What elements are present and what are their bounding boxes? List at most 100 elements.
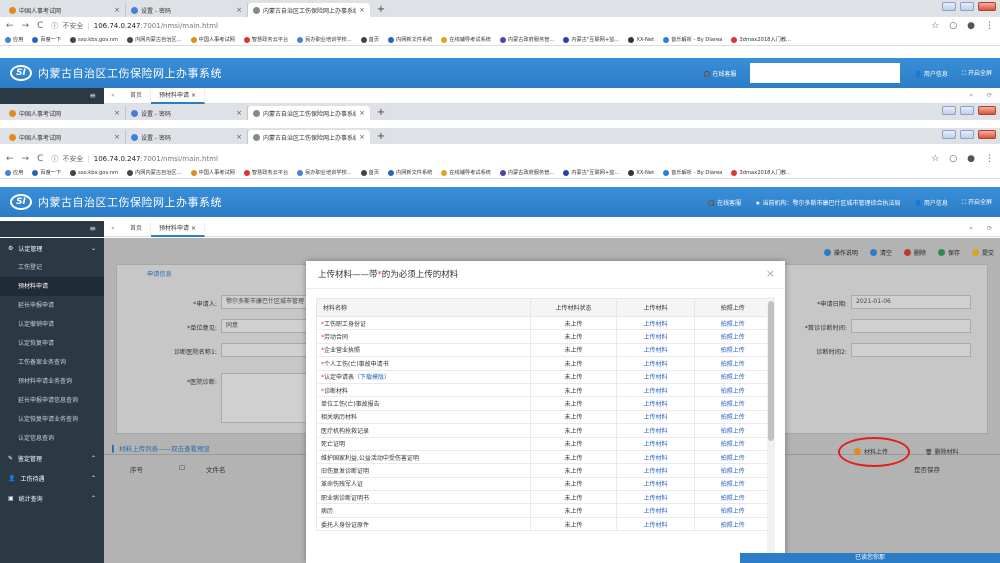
toolbar-help-button[interactable]: 操作说明 [823,248,858,257]
close-icon[interactable]: × [359,109,365,117]
bookmark-item[interactable]: 在线辅导考试系统 [441,36,491,43]
tabs-prev-icon[interactable]: « [104,92,122,99]
photo-upload-link[interactable]: 拍照上传 [693,436,773,451]
user-info-menu[interactable]: 👤 用户信息 [914,198,947,207]
sidebar-item[interactable]: 认定恢复申请 [0,334,104,353]
upload-material-link[interactable]: 上传材料 [616,516,695,532]
bookmark-item[interactable]: 内蒙古政府服务管... [499,169,554,176]
bookmark-item[interactable]: 内网内蒙古自治区... [127,36,182,43]
menu-icon[interactable]: ⋮ [985,21,994,31]
forward-icon[interactable]: → [22,21,30,31]
back-icon[interactable]: ← [6,21,14,31]
bookmark-item[interactable]: 百度一下 [32,36,61,43]
upload-material-link[interactable]: 上传材料 [616,315,695,331]
minimize-button[interactable] [942,2,956,11]
bookmark-item[interactable]: 在线辅导考试系统 [441,169,491,176]
diag-time-field[interactable] [851,319,971,333]
bookmark-item[interactable]: 音乐解析 - By Dlarea [663,36,722,43]
bookmark-item[interactable]: 民办职业培训学校... [297,36,352,43]
photo-upload-link[interactable]: 拍照上传 [693,423,773,438]
sidebar-group[interactable]: 👤 工伤待遇 ⌃ [0,468,104,488]
refresh-icon[interactable]: ⟳ [987,92,992,99]
bookmark-item[interactable]: 智慧政务云平台 [243,36,288,43]
minimize-button[interactable] [942,130,956,139]
photo-upload-link[interactable]: 拍照上传 [693,369,773,384]
minimize-button[interactable] [942,106,956,115]
new-tab-button[interactable]: + [374,130,388,144]
photo-upload-link[interactable]: 拍照上传 [693,315,773,331]
bookmark-item[interactable]: 内网内蒙古自治区... [127,169,182,176]
bottom-notification-bar[interactable]: 已读您你那 [740,553,1000,563]
fullscreen-button[interactable]: ⛶ 开启全屏 [962,197,992,207]
bookmark-item[interactable]: 应用 [5,36,23,43]
close-icon[interactable]: × [236,109,242,117]
menu-toggle[interactable]: ≡ [0,221,104,237]
bookmark-item[interactable]: sso.kbs.gov.nm [70,36,118,43]
new-tab-button[interactable]: + [374,3,388,17]
bookmark-item[interactable]: 中国人事考试网 [190,169,235,176]
bookmark-item[interactable]: 智慧政务云平台 [243,169,288,176]
browser-tab[interactable]: 中国人事考试网 × [4,130,126,144]
close-icon[interactable]: × [114,109,120,117]
star-icon[interactable]: ☆ [931,154,939,164]
photo-upload-link[interactable]: 拍照上传 [693,356,773,371]
bookmark-item[interactable]: 首页 [360,36,379,43]
sidebar-group[interactable]: ⚙ 认定管理 ⌄ [0,238,104,258]
upload-material-link[interactable]: 上传材料 [616,396,695,411]
browser-tab[interactable]: 中国人事考试网 × [4,106,126,120]
bookmark-item[interactable]: 民办职业培训学校... [297,169,352,176]
photo-upload-link[interactable]: 拍照上传 [693,449,773,465]
upload-material-link[interactable]: 上传材料 [616,490,695,505]
info-icon[interactable]: ⓘ [51,21,58,31]
bookmark-item[interactable]: XX-Net [628,36,654,43]
upload-material-link[interactable]: 上传材料 [616,382,695,398]
bookmark-item[interactable]: sso.kbs.gov.nm [70,169,118,176]
url-field[interactable]: ⓘ 不安全 | 106.74.0.247:7001/nmsi/main.html [51,154,923,164]
upload-material-link[interactable]: 上传材料 [616,476,695,492]
maximize-button[interactable] [960,106,974,115]
toolbar-clear-button[interactable]: 清空 [869,248,892,257]
browser-tab-active[interactable]: 内蒙古自治区工伤保险网上办事系统 × [248,106,370,120]
photo-upload-link[interactable]: 拍照上传 [693,463,773,478]
bookmark-item[interactable]: 音乐解析 - By Dlarea [663,169,722,176]
toolbar-save-button[interactable]: 保存 [937,248,960,257]
maximize-button[interactable] [960,130,974,139]
upload-material-link[interactable]: 上传材料 [616,463,695,478]
upload-material-link[interactable]: 上传材料 [616,436,695,451]
sidebar-item[interactable]: 认定信息查询 [0,429,104,448]
bookmark-item[interactable]: 内网新文件系统 [388,36,432,43]
bookmark-item[interactable]: 内蒙古政府服务管... [499,36,554,43]
close-icon[interactable]: × [114,133,120,141]
close-icon[interactable]: × [114,6,120,14]
bookmark-item[interactable]: 3dmax2018入门教... [731,169,791,176]
extension-icon[interactable]: ○ [949,21,957,31]
star-icon[interactable]: ☆ [931,21,939,31]
profile-icon[interactable]: ● [967,21,975,31]
fullscreen-button[interactable]: ⛶ 开启全屏 [962,68,992,78]
sidebar-item[interactable]: 认定撤销申请 [0,315,104,334]
browser-tab[interactable]: 设置 - 密码 × [126,106,248,120]
bookmark-item[interactable]: 中国人事考试网 [190,36,235,43]
toolbar-delete-button[interactable]: 删除 [903,248,926,257]
refresh-icon[interactable]: ⟳ [987,225,992,232]
user-info-menu[interactable]: 👤 用户信息 [914,69,947,78]
photo-upload-link[interactable]: 拍照上传 [693,342,773,358]
tab-home[interactable]: 首页 [122,87,152,104]
photo-upload-link[interactable]: 拍照上传 [693,396,773,411]
close-window-button[interactable] [978,130,996,139]
sidebar-item[interactable]: 延长申报申请信息查询 [0,391,104,410]
photo-upload-link[interactable]: 拍照上传 [693,516,773,532]
upload-material-link[interactable]: 上传材料 [616,329,695,344]
photo-upload-link[interactable]: 拍照上传 [693,329,773,344]
upload-material-link[interactable]: 上传材料 [616,369,695,384]
maximize-button[interactable] [960,2,974,11]
forward-icon[interactable]: → [22,154,30,164]
close-window-button[interactable] [978,106,996,115]
bookmark-item[interactable]: 内网新文件系统 [388,169,432,176]
photo-upload-link[interactable]: 拍照上传 [693,409,773,425]
online-service-link[interactable]: 🎧 在线客服 [703,69,736,78]
close-icon[interactable]: × [236,133,242,141]
browser-tab[interactable]: 设置 - 密码 × [126,3,248,17]
modal-scrollbar[interactable] [767,297,775,563]
browser-tab-active[interactable]: 内蒙古自治区工伤保险网上办事系统 × [248,130,370,144]
